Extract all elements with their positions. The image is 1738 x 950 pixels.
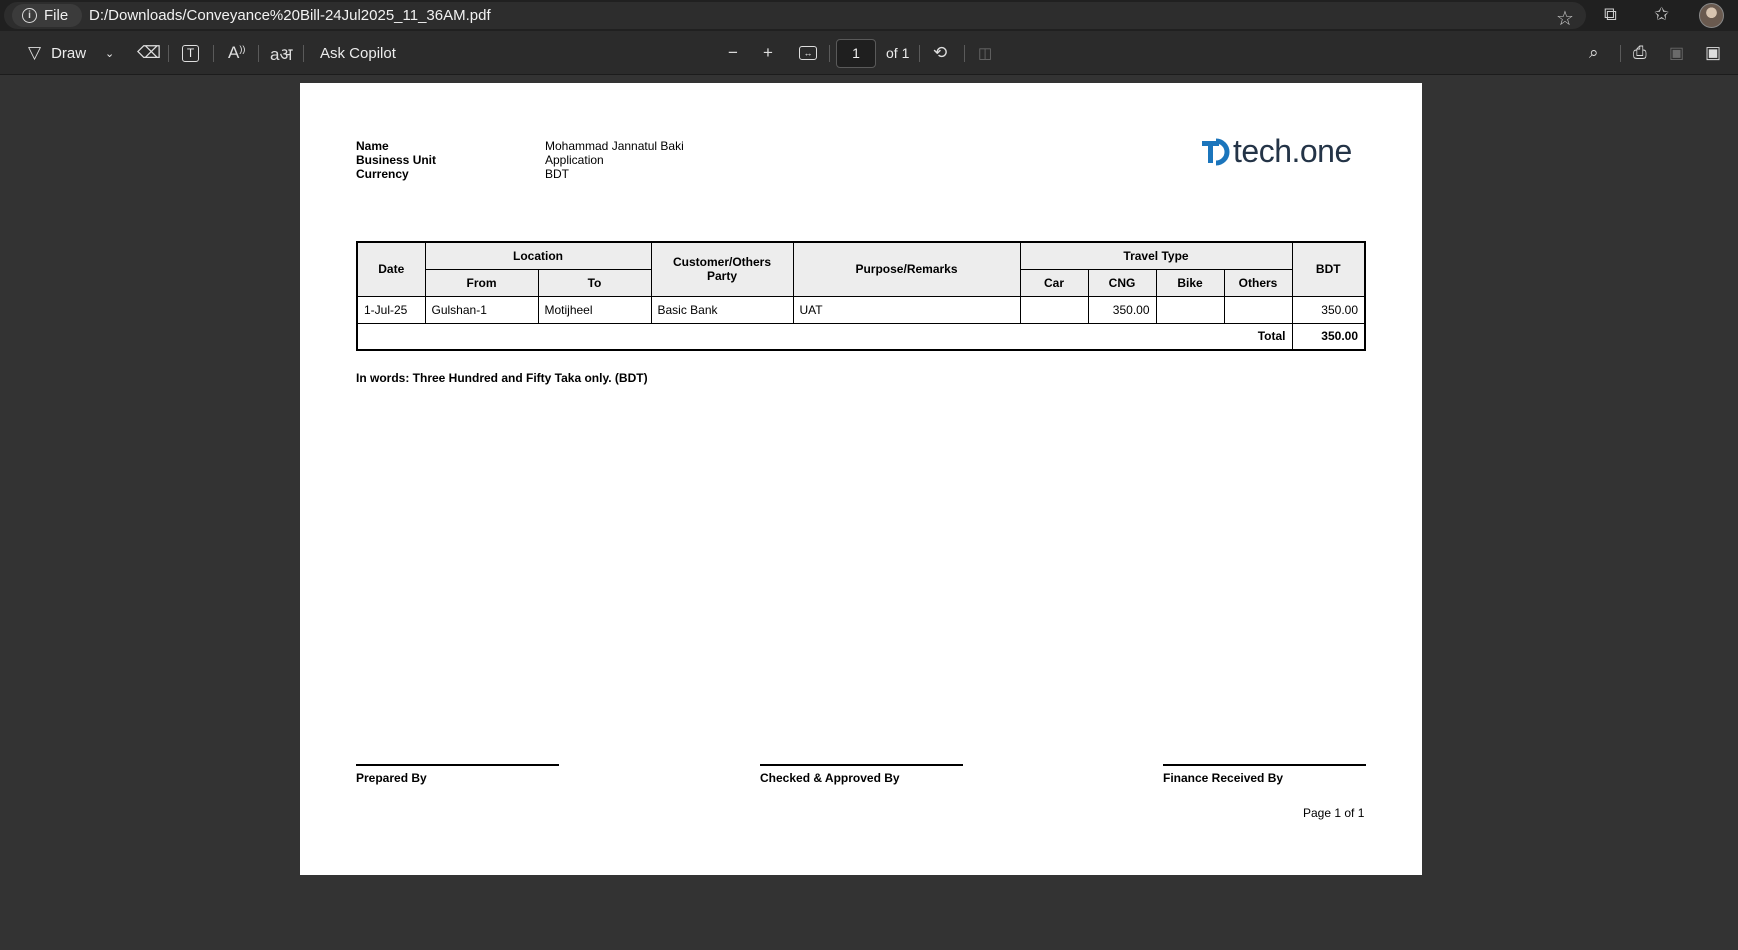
site-info-button[interactable]: i File <box>12 4 83 27</box>
col-others: Others <box>1223 268 1293 297</box>
toolbar-divider <box>168 45 169 62</box>
conveyance-table: Date Location Customer/Others Party Purp… <box>356 241 1366 351</box>
col-location: Location <box>424 241 652 270</box>
col-cng: CNG <box>1087 268 1157 297</box>
draw-button[interactable]: ▽ Draw <box>28 31 86 75</box>
toolbar-divider <box>829 45 830 62</box>
col-from: From <box>424 268 539 297</box>
cell-others <box>1223 295 1293 324</box>
header-row-currency: Currency BDT <box>356 167 684 181</box>
signature-prepared-by: Prepared By <box>356 764 559 785</box>
col-bike: Bike <box>1155 268 1225 297</box>
page-total-label: of 1 <box>886 45 910 61</box>
cell-car <box>1019 295 1089 324</box>
cell-to: Motijheel <box>537 295 652 324</box>
toolbar-divider <box>213 45 214 62</box>
file-chip-label: File <box>44 7 69 24</box>
header-row-business-unit: Business Unit Application <box>356 153 684 167</box>
address-pill[interactable]: i File D:/Downloads/Conveyance%20Bill-24… <box>4 2 1586 31</box>
header-row-name: Name Mohammad Jannatul Baki <box>356 139 684 153</box>
read-aloud-icon[interactable]: A)) <box>228 31 245 75</box>
add-text-icon[interactable]: T <box>182 31 199 75</box>
info-icon: i <box>22 8 37 23</box>
col-date: Date <box>356 241 426 297</box>
fit-page-icon[interactable]: ↔ <box>799 31 817 75</box>
col-customer: Customer/Others Party <box>650 241 794 297</box>
print-icon[interactable]: ⎙ <box>1633 31 1647 75</box>
header-label: Name <box>356 139 389 153</box>
col-car: Car <box>1019 268 1089 297</box>
cell-cng: 350.00 <box>1087 295 1157 324</box>
amount-in-words: In words: Three Hundred and Fifty Taka o… <box>356 371 648 385</box>
cell-from: Gulshan-1 <box>424 295 539 324</box>
page-number-footer: Page 1 of 1 <box>1303 806 1365 820</box>
eraser-icon[interactable]: ⌫ <box>137 31 161 75</box>
total-label: Total <box>356 322 1293 351</box>
save-icon[interactable]: ▣ <box>1669 31 1684 75</box>
cell-purpose: UAT <box>792 295 1021 324</box>
company-logo: tech.one <box>1202 133 1352 170</box>
techone-logo-icon <box>1202 138 1230 165</box>
bill-header: Name Mohammad Jannatul Baki Business Uni… <box>356 139 684 181</box>
header-label: Business Unit <box>356 153 437 167</box>
search-icon[interactable]: ⌕ <box>1589 31 1599 75</box>
col-purpose: Purpose/Remarks <box>792 241 1021 297</box>
cell-bdt: 350.00 <box>1291 295 1366 324</box>
total-row: Total 350.00 <box>356 322 1366 351</box>
ask-copilot-button[interactable]: Ask Copilot <box>320 31 396 75</box>
total-value: 350.00 <box>1291 322 1366 351</box>
signature-finance-received-by: Finance Received By <box>1163 764 1366 785</box>
logo-text: tech.one <box>1233 133 1352 169</box>
profile-avatar[interactable] <box>1699 3 1724 28</box>
col-travel-type: Travel Type <box>1019 241 1293 270</box>
header-value: Mohammad Jannatul Baki <box>545 139 684 153</box>
toolbar-divider <box>1620 45 1621 62</box>
extensions-icon[interactable]: ⧉ <box>1604 4 1617 25</box>
toolbar-divider <box>258 45 259 62</box>
col-to: To <box>537 268 652 297</box>
favorites-icon[interactable]: ✩ <box>1654 4 1669 25</box>
header-value: BDT <box>545 167 569 181</box>
translate-icon[interactable]: aअ <box>270 31 292 75</box>
pdf-toolbar: ▽ Draw ⌄ ⌫ T A)) aअ Ask Copilot − + ↔ 1 … <box>0 31 1738 75</box>
draw-options-chevron-down-icon[interactable]: ⌄ <box>105 31 114 75</box>
zoom-out-icon[interactable]: − <box>728 31 738 75</box>
toolbar-divider <box>919 45 920 62</box>
signature-checked-approved-by: Checked & Approved By <box>760 764 963 785</box>
save-as-icon[interactable]: ▣ <box>1705 31 1721 75</box>
zoom-in-icon[interactable]: + <box>763 31 773 75</box>
page-number-input[interactable]: 1 <box>836 39 876 68</box>
header-label: Currency <box>356 167 409 181</box>
draw-label: Draw <box>51 44 87 62</box>
cell-date: 1-Jul-25 <box>356 295 426 324</box>
draw-pen-icon: ▽ <box>28 43 42 62</box>
url-text[interactable]: D:/Downloads/Conveyance%20Bill-24Jul2025… <box>89 7 491 24</box>
pdf-page: Name Mohammad Jannatul Baki Business Uni… <box>300 83 1422 875</box>
header-value: Application <box>545 153 604 167</box>
col-bdt: BDT <box>1291 241 1366 297</box>
cell-customer: Basic Bank <box>650 295 794 324</box>
rotate-icon[interactable]: ⟲ <box>933 31 947 75</box>
cell-bike <box>1155 295 1225 324</box>
favorite-star-icon[interactable]: ☆ <box>1556 6 1574 31</box>
toolbar-divider <box>303 45 304 62</box>
address-bar: i File D:/Downloads/Conveyance%20Bill-24… <box>0 0 1738 31</box>
page-view-icon[interactable]: ◫ <box>978 31 992 75</box>
table-row: 1-Jul-25 Gulshan-1 Motijheel Basic Bank … <box>356 295 1366 324</box>
toolbar-divider <box>964 45 965 62</box>
